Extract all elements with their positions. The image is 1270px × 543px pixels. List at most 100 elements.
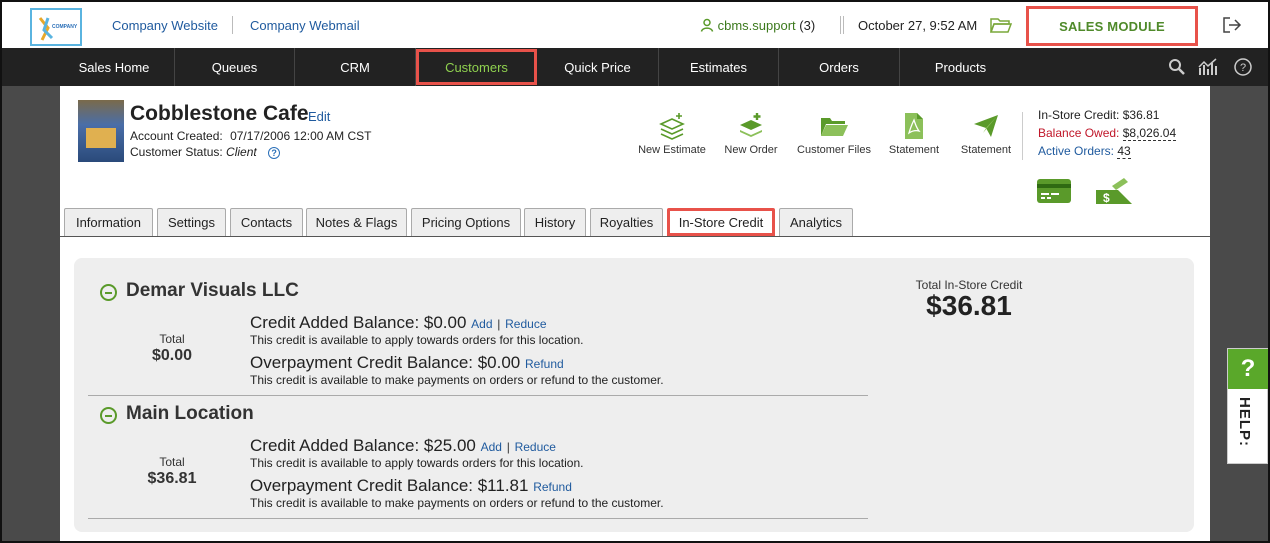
tab-royalties[interactable]: Royalties [590, 208, 663, 236]
status-help-icon[interactable]: ? [268, 147, 281, 159]
nav-products[interactable]: Products [900, 48, 1021, 86]
top-bar: COMPANY Company Website Company Webmail … [2, 2, 1268, 48]
location-total-value: $36.81 [147, 470, 197, 487]
analytics-icon[interactable] [1198, 58, 1220, 76]
company-logo[interactable]: COMPANY [30, 8, 82, 46]
tab-settings[interactable]: Settings [157, 208, 226, 236]
logo-text: COMPANY [52, 24, 78, 30]
add-credit-link[interactable]: Add [481, 440, 502, 454]
customer-status-value: Client [226, 145, 257, 159]
tab-contacts[interactable]: Contacts [230, 208, 303, 236]
overpayment-credit-balance: Overpayment Credit Balance: $11.81 Refun… [250, 476, 572, 496]
svg-text:?: ? [1240, 62, 1246, 74]
link-separator: | [506, 440, 510, 454]
nav-queues[interactable]: Queues [175, 48, 295, 86]
summary-divider [1022, 112, 1023, 160]
instore-credit-panel: Total In-Store Credit $36.81 Demar Visua… [74, 258, 1194, 532]
new-order-icon [740, 113, 762, 137]
search-icon[interactable] [1168, 58, 1186, 76]
nav-estimates[interactable]: Estimates [659, 48, 779, 86]
new-estimate-button[interactable]: New Estimate [634, 112, 710, 156]
nav-quick-price[interactable]: Quick Price [537, 48, 659, 86]
tab-analytics[interactable]: Analytics [779, 208, 853, 236]
credit-added-label: Credit Added Balance: $25.00 [250, 436, 476, 455]
customer-page: Cobblestone Cafe Edit Account Created: 0… [60, 86, 1210, 541]
folder-icon[interactable] [990, 16, 1012, 34]
account-created-label: Account Created: [130, 129, 223, 143]
svg-text:$: $ [1103, 191, 1110, 205]
credit-added-balance: Credit Added Balance: $0.00 Add | Reduce [250, 313, 547, 333]
new-estimate-icon [659, 113, 685, 140]
statement-send-button[interactable]: Statement [954, 112, 1018, 156]
company-website-link[interactable]: Company Website [112, 18, 218, 33]
add-credit-link[interactable]: Add [471, 317, 492, 331]
credit-added-label: Credit Added Balance: $0.00 [250, 313, 467, 332]
customer-photo [78, 100, 124, 162]
collapse-icon[interactable] [100, 284, 117, 301]
tab-information[interactable]: Information [64, 208, 153, 236]
nav-sales-home[interactable]: Sales Home [54, 48, 175, 86]
tab-pricing-options[interactable]: Pricing Options [411, 208, 521, 236]
customer-files-button[interactable]: Customer Files [792, 112, 876, 156]
balance-owed-value[interactable]: $8,026.04 [1122, 126, 1177, 141]
refund-link[interactable]: Refund [525, 357, 564, 371]
main-nav: Sales Home Queues CRM Customers Quick Pr… [2, 48, 1268, 86]
new-order-button[interactable]: New Order [720, 112, 782, 156]
active-orders-value[interactable]: 43 [1117, 144, 1131, 159]
credit-added-description: This credit is available to apply toward… [250, 456, 584, 470]
customer-status: Customer Status: Client ? [130, 145, 281, 159]
total-instore-credit-value: $36.81 [926, 290, 1012, 321]
help-label: HELP: [1236, 397, 1253, 447]
link-separator: | [497, 317, 501, 331]
overpayment-label: Overpayment Credit Balance: $11.81 [250, 476, 529, 495]
nav-crm[interactable]: CRM [295, 48, 416, 86]
location-total-label: Total [159, 332, 185, 346]
refund-link[interactable]: Refund [533, 480, 572, 494]
customer-files-label: Customer Files [797, 144, 871, 156]
balance-owed-summary: Balance Owed: $8,026.04 [1038, 126, 1177, 141]
active-orders-label: Active Orders: [1038, 144, 1115, 158]
overpayment-description: This credit is available to make payment… [250, 496, 664, 510]
new-order-label: New Order [724, 144, 778, 156]
location-total-value: $0.00 [151, 347, 193, 364]
location-divider [88, 395, 868, 396]
nav-orders[interactable]: Orders [779, 48, 900, 86]
customer-name: Cobblestone Cafe [130, 102, 309, 125]
app-frame: COMPANY Company Website Company Webmail … [0, 0, 1270, 543]
overpayment-label: Overpayment Credit Balance: $0.00 [250, 353, 521, 372]
statement-pdf-label: Statement [888, 144, 940, 156]
folder-open-icon [821, 118, 848, 136]
customer-status-label: Customer Status: [130, 145, 223, 159]
help-side-tab[interactable]: ? HELP: [1227, 348, 1268, 464]
overpayment-credit-balance: Overpayment Credit Balance: $0.00 Refund [250, 353, 564, 373]
tab-instore-credit[interactable]: In-Store Credit [667, 208, 775, 236]
sales-module-button[interactable]: SALES MODULE [1026, 6, 1198, 46]
location-name: Main Location [126, 403, 254, 424]
tab-underline [60, 236, 1210, 237]
logout-icon[interactable] [1222, 16, 1242, 34]
user-icon [700, 18, 714, 32]
reduce-credit-link[interactable]: Reduce [505, 317, 546, 331]
credit-added-description: This credit is available to apply toward… [250, 333, 584, 347]
help-question-icon: ? [1228, 349, 1268, 389]
user-menu[interactable]: cbms.support (3) [700, 18, 815, 33]
statement-pdf-button[interactable]: Statement [884, 112, 944, 156]
tab-history[interactable]: History [524, 208, 586, 236]
reduce-credit-link[interactable]: Reduce [515, 440, 556, 454]
top-divider [232, 16, 233, 34]
current-datetime: October 27, 9:52 AM [858, 18, 978, 33]
instore-credit-summary: In-Store Credit: $36.81 [1038, 108, 1159, 122]
nav-customers[interactable]: Customers [416, 49, 537, 85]
location-total-label: Total [159, 455, 185, 469]
edit-customer-link[interactable]: Edit [308, 109, 330, 124]
new-estimate-label: New Estimate [638, 144, 706, 156]
help-icon[interactable]: ? [1234, 58, 1252, 76]
credit-added-balance: Credit Added Balance: $25.00 Add | Reduc… [250, 436, 556, 456]
credit-card-icon[interactable] [1036, 178, 1072, 204]
collapse-icon[interactable] [100, 407, 117, 424]
top-divider [840, 16, 844, 34]
company-webmail-link[interactable]: Company Webmail [250, 18, 360, 33]
balance-owed-label: Balance Owed: [1038, 126, 1120, 140]
tab-notes-flags[interactable]: Notes & Flags [306, 208, 407, 236]
credit-adjust-icon[interactable]: $ [1094, 176, 1134, 206]
